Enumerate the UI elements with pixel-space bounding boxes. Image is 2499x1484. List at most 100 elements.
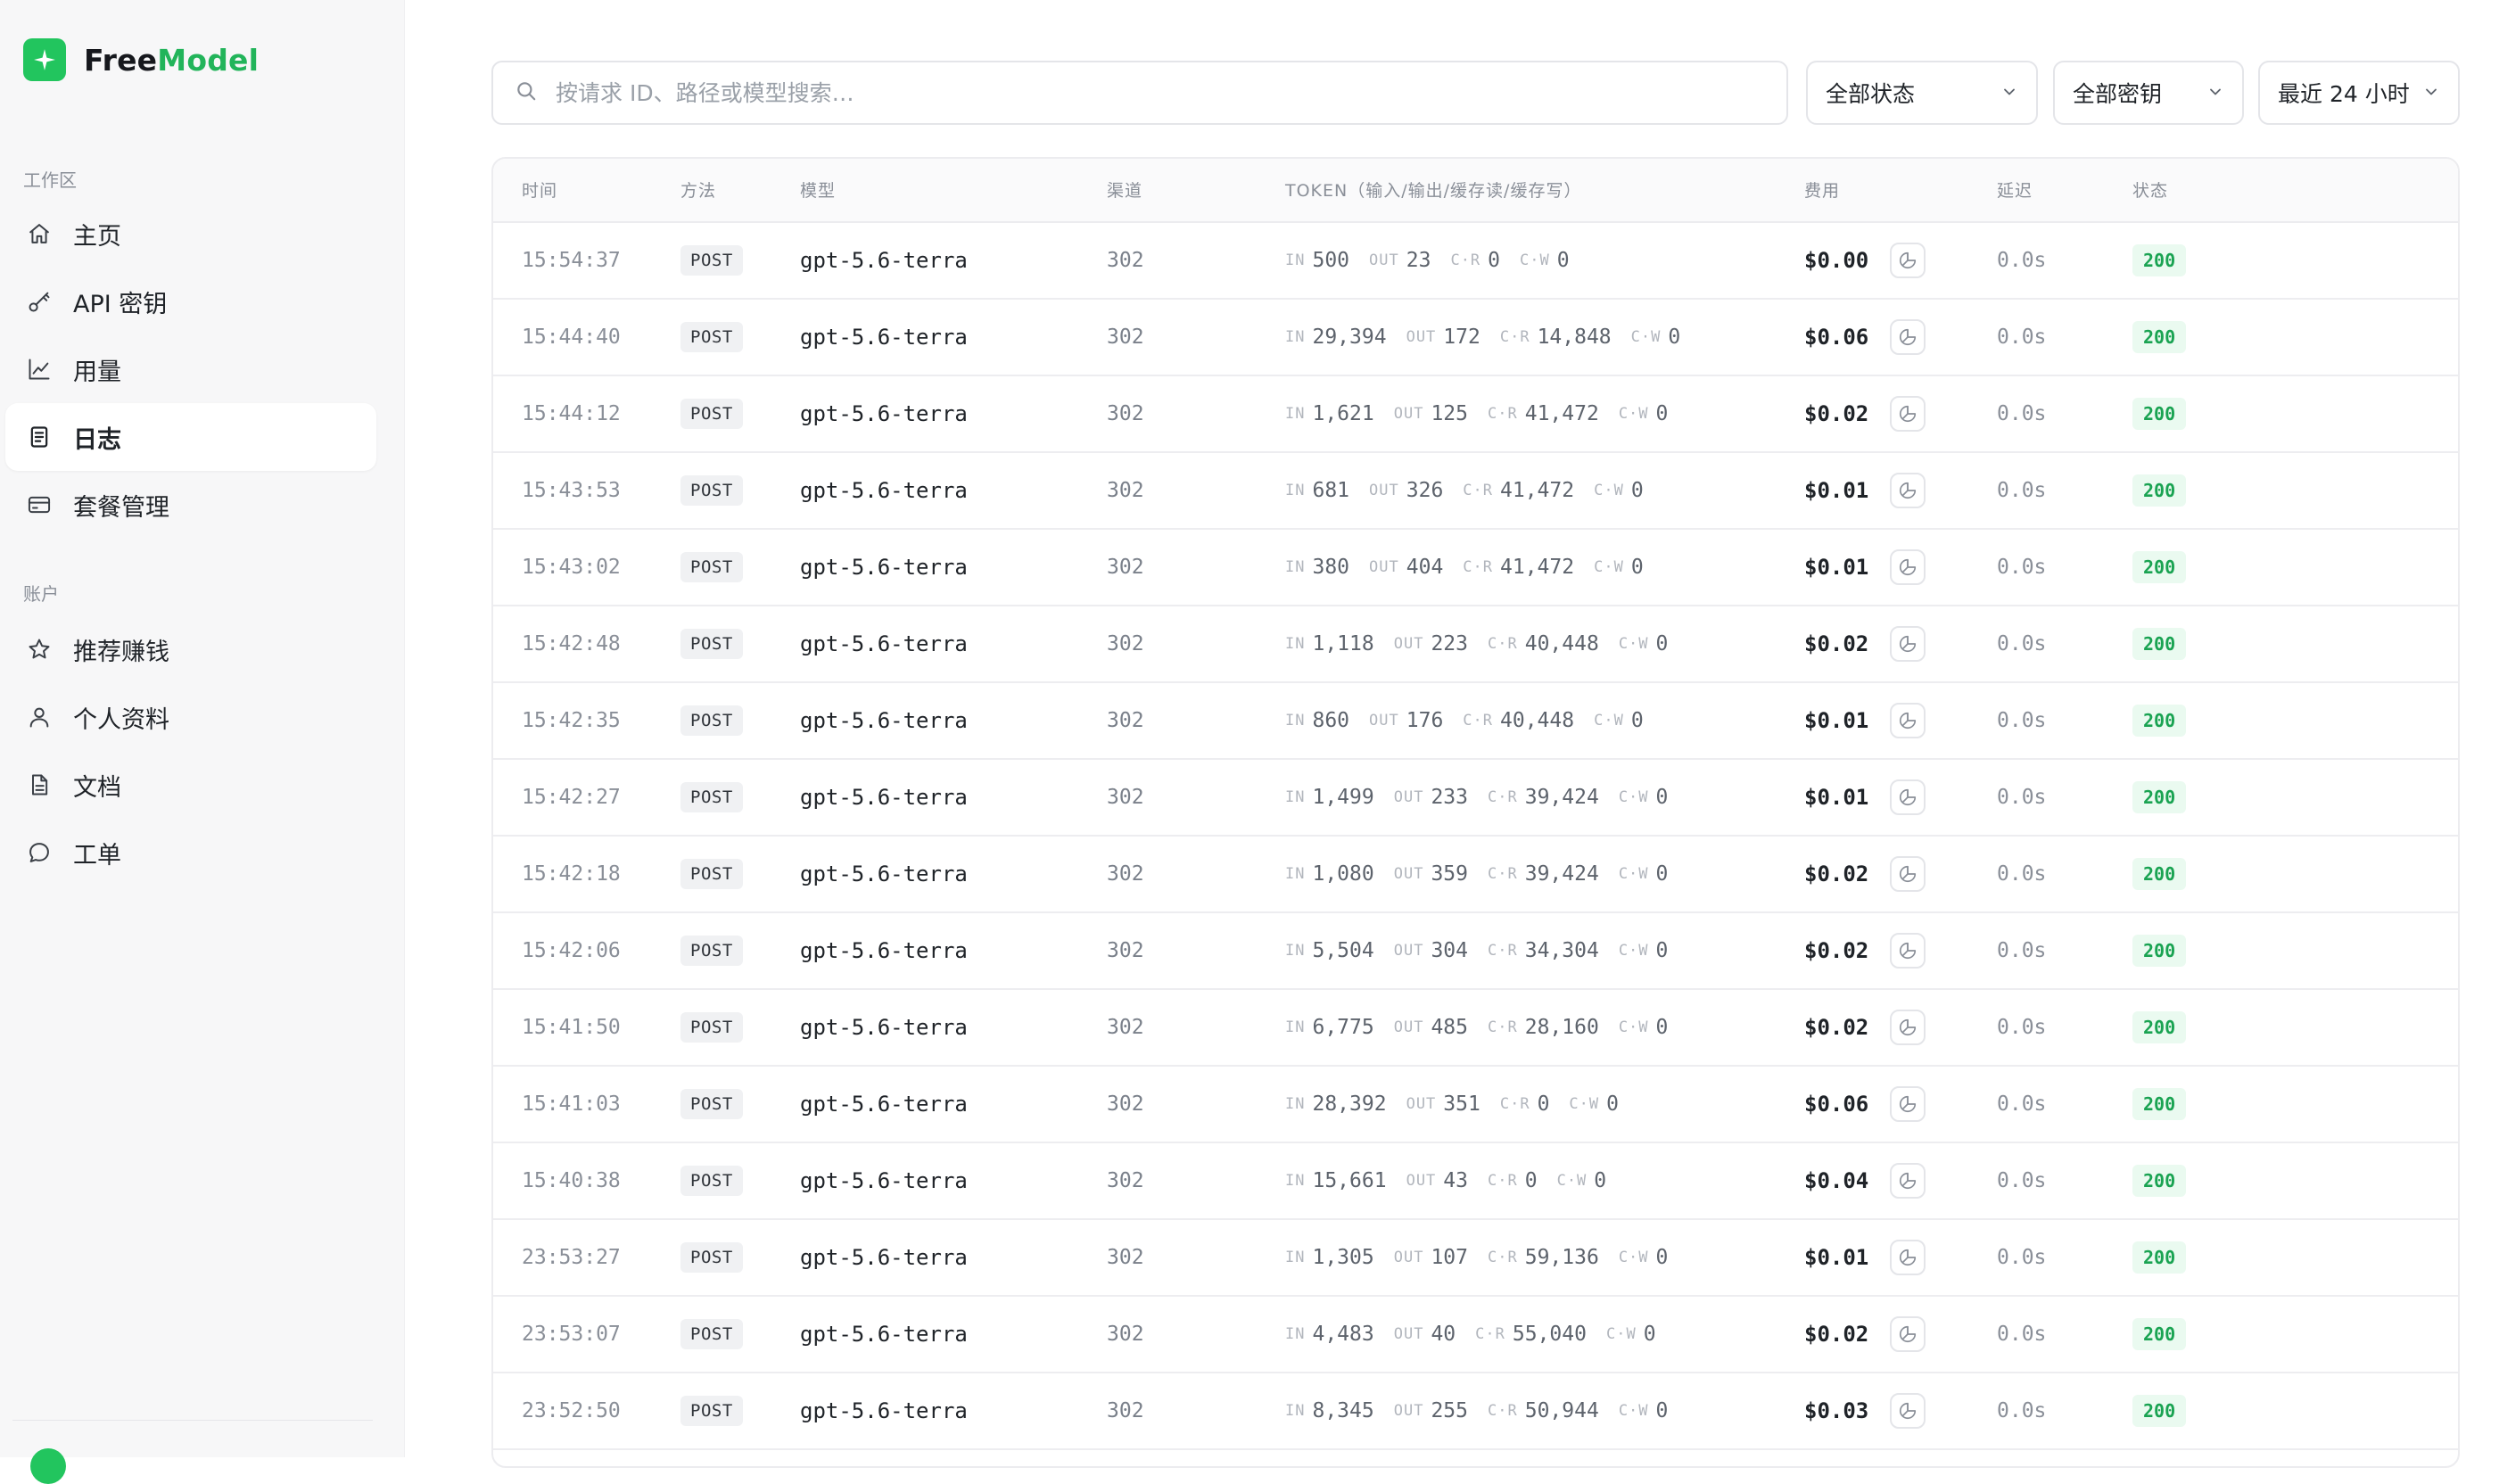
status-badge: 200 [2132, 705, 2187, 737]
workspace-nav: 主页 API 密钥 用量 日志 套餐管理 [5, 200, 376, 539]
sidebar-item-referral[interactable]: 推荐赚钱 [5, 615, 376, 683]
sidebar-item-label: 推荐赚钱 [73, 638, 169, 666]
table-row[interactable]: 15:44:12 POST gpt-5.6-terra 302 IN 1,621 … [493, 376, 2458, 453]
cell-method: POST [680, 1067, 743, 1142]
sidebar-item-home[interactable]: 主页 [5, 200, 376, 268]
cell-latency: 0.0s [1997, 709, 2047, 732]
cell-time: 23:52:50 [522, 1399, 621, 1422]
method-badge: POST [680, 1089, 743, 1119]
cell-status: 200 [2132, 530, 2187, 605]
cost-breakdown-button[interactable] [1890, 1086, 1926, 1122]
table-row[interactable]: 15:42:35 POST gpt-5.6-terra 302 IN 860 OU… [493, 683, 2458, 760]
cost-breakdown-button[interactable] [1890, 1163, 1926, 1199]
cost-breakdown-button[interactable] [1890, 933, 1926, 969]
method-badge: POST [680, 705, 743, 736]
column-header-status[interactable]: 状态 [2132, 159, 2168, 223]
sidebar-item-profile[interactable]: 个人资料 [5, 683, 376, 751]
table-row[interactable]: 15:41:50 POST gpt-5.6-terra 302 IN 6,775 … [493, 990, 2458, 1067]
cell-model: gpt-5.6-terra [800, 708, 968, 733]
token-value-in: 8,345 [1312, 1399, 1374, 1422]
time-range-select[interactable]: 最近 24 小时 [2258, 61, 2460, 125]
status-filter-select[interactable]: 全部状态 [1806, 61, 2038, 125]
method-badge: POST [680, 322, 743, 352]
token-value-in: 29,394 [1312, 326, 1387, 349]
sidebar-item-label: 用量 [73, 358, 121, 386]
column-header-channel[interactable]: 渠道 [1107, 159, 1142, 223]
cost-breakdown-button[interactable] [1890, 856, 1926, 892]
cost-breakdown-button[interactable] [1890, 396, 1926, 432]
search-box[interactable] [491, 61, 1788, 125]
cost-breakdown-button[interactable] [1890, 1316, 1926, 1352]
cost-breakdown-button[interactable] [1890, 1393, 1926, 1429]
table-row[interactable]: 15:42:18 POST gpt-5.6-terra 302 IN 1,080 … [493, 837, 2458, 913]
cost-breakdown-button[interactable] [1890, 319, 1926, 355]
token-value-cache-read: 0 [1537, 1092, 1550, 1116]
sidebar-item-tickets[interactable]: 工单 [5, 819, 376, 886]
cell-latency: 0.0s [1997, 1169, 2047, 1192]
cost-breakdown-button[interactable] [1890, 549, 1926, 585]
search-input[interactable] [556, 79, 1715, 106]
cost-breakdown-button[interactable] [1890, 703, 1926, 738]
column-header-method[interactable]: 方法 [680, 159, 716, 223]
table-row[interactable]: 23:53:27 POST gpt-5.6-terra 302 IN 1,305 … [493, 1220, 2458, 1297]
table-row[interactable]: 15:40:38 POST gpt-5.6-terra 302 IN 15,661… [493, 1143, 2458, 1220]
token-value-in: 5,504 [1312, 939, 1374, 962]
brand[interactable]: FreeModel [23, 37, 259, 82]
cell-model: gpt-5.6-terra [800, 862, 968, 886]
status-badge: 200 [2132, 1318, 2187, 1350]
token-label-cache-write: C·W [1605, 1325, 1637, 1343]
key-icon [25, 287, 54, 316]
cell-latency: 0.0s [1997, 862, 2047, 886]
column-header-time[interactable]: 时间 [522, 159, 557, 223]
table-row[interactable]: 15:42:27 POST gpt-5.6-terra 302 IN 1,499 … [493, 760, 2458, 837]
brand-name-model: Model [157, 42, 260, 78]
cell-channel: 302 [1107, 786, 1144, 809]
cost-breakdown-button[interactable] [1890, 779, 1926, 815]
cell-model: gpt-5.6-terra [800, 555, 968, 580]
cost-breakdown-button[interactable] [1890, 243, 1926, 278]
avatar[interactable] [30, 1448, 66, 1484]
cost-breakdown-button[interactable] [1890, 1240, 1926, 1275]
table-row[interactable]: 15:41:03 POST gpt-5.6-terra 302 IN 28,392… [493, 1067, 2458, 1143]
key-filter-value: 全部密钥 [2073, 81, 2163, 107]
cell-model: gpt-5.6-terra [800, 1245, 968, 1270]
cost-breakdown-button[interactable] [1890, 626, 1926, 662]
sidebar-item-usage[interactable]: 用量 [5, 335, 376, 403]
cell-time: 15:42:06 [522, 939, 621, 962]
column-header-model[interactable]: 模型 [800, 159, 836, 223]
cell-status: 200 [2132, 1143, 2187, 1218]
table-row[interactable]: 23:53:07 POST gpt-5.6-terra 302 IN 4,483 … [493, 1297, 2458, 1373]
token-value-cache-read: 39,424 [1524, 862, 1599, 886]
table-row[interactable]: 15:43:53 POST gpt-5.6-terra 302 IN 681 OU… [493, 453, 2458, 530]
account-nav: 推荐赚钱 个人资料 文档 工单 [5, 615, 376, 886]
cell-token: IN 1,499 OUT 233 C·R 39,424 C·W 0 [1285, 760, 1687, 835]
column-header-cost[interactable]: 费用 [1804, 159, 1840, 223]
user-icon [25, 703, 54, 731]
token-value-in: 500 [1312, 249, 1350, 272]
table-row[interactable]: 15:42:06 POST gpt-5.6-terra 302 IN 5,504 … [493, 913, 2458, 990]
column-header-token[interactable]: TOKEN（输入/输出/缓存读/缓存写） [1285, 159, 1581, 223]
cell-token: IN 380 OUT 404 C·R 41,472 C·W 0 [1285, 530, 1663, 605]
sidebar-item-api-keys[interactable]: API 密钥 [5, 268, 376, 335]
sidebar-item-docs[interactable]: 文档 [5, 751, 376, 819]
table-row[interactable]: 23:52:50 POST gpt-5.6-terra 302 IN 8,345 … [493, 1373, 2458, 1450]
table-row[interactable]: 15:43:02 POST gpt-5.6-terra 302 IN 380 OU… [493, 530, 2458, 606]
cell-status: 200 [2132, 760, 2187, 835]
cost-breakdown-button[interactable] [1890, 1010, 1926, 1045]
table-row[interactable]: 15:54:37 POST gpt-5.6-terra 302 IN 500 OU… [493, 223, 2458, 300]
cell-cost-detail [1890, 683, 1926, 758]
token-value-in: 28,392 [1312, 1092, 1387, 1116]
table-row[interactable]: 15:44:40 POST gpt-5.6-terra 302 IN 29,394… [493, 300, 2458, 376]
sidebar-item-logs[interactable]: 日志 [5, 403, 376, 471]
column-header-latency[interactable]: 延迟 [1997, 159, 2033, 223]
sidebar-item-plans[interactable]: 套餐管理 [5, 471, 376, 539]
table-row[interactable]: 15:42:48 POST gpt-5.6-terra 302 IN 1,118 … [493, 606, 2458, 683]
cost-breakdown-button[interactable] [1890, 473, 1926, 508]
cell-latency: 0.0s [1997, 939, 2047, 962]
token-value-cache-write: 0 [1655, 1016, 1669, 1039]
doc-icon [25, 771, 54, 799]
key-filter-select[interactable]: 全部密钥 [2053, 61, 2244, 125]
token-label-in: IN [1285, 1172, 1306, 1190]
cell-status: 200 [2132, 1373, 2187, 1448]
method-badge: POST [680, 245, 743, 276]
